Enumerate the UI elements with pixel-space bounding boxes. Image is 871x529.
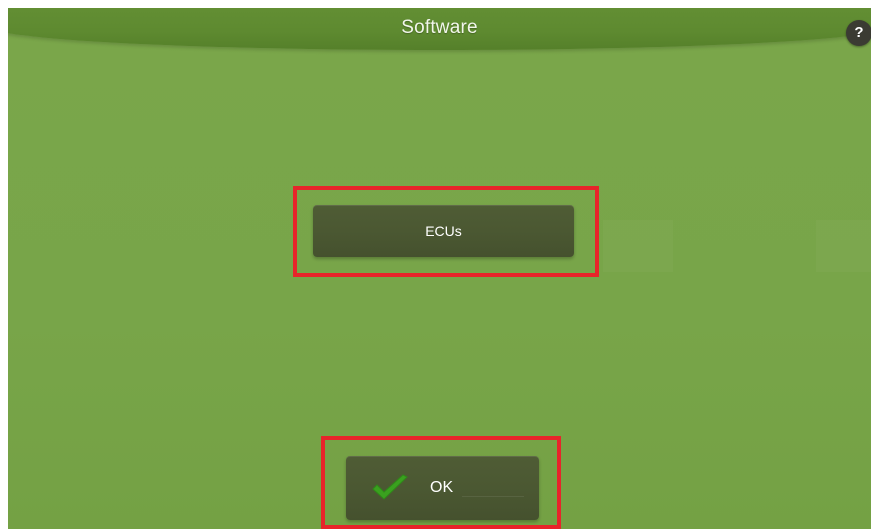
- checkmark-icon: [372, 474, 408, 500]
- software-screen: Software ? ECUs OK: [8, 8, 871, 529]
- ok-button-label: OK: [430, 479, 454, 496]
- ok-button-divider: [462, 496, 524, 497]
- help-button[interactable]: ?: [846, 20, 871, 46]
- ok-button-content: OK: [346, 456, 539, 520]
- background-patch: [603, 220, 673, 272]
- ecus-button[interactable]: ECUs: [313, 205, 574, 257]
- ok-button[interactable]: OK: [346, 456, 539, 520]
- page-title: Software: [401, 17, 478, 38]
- background-patch: [816, 220, 871, 272]
